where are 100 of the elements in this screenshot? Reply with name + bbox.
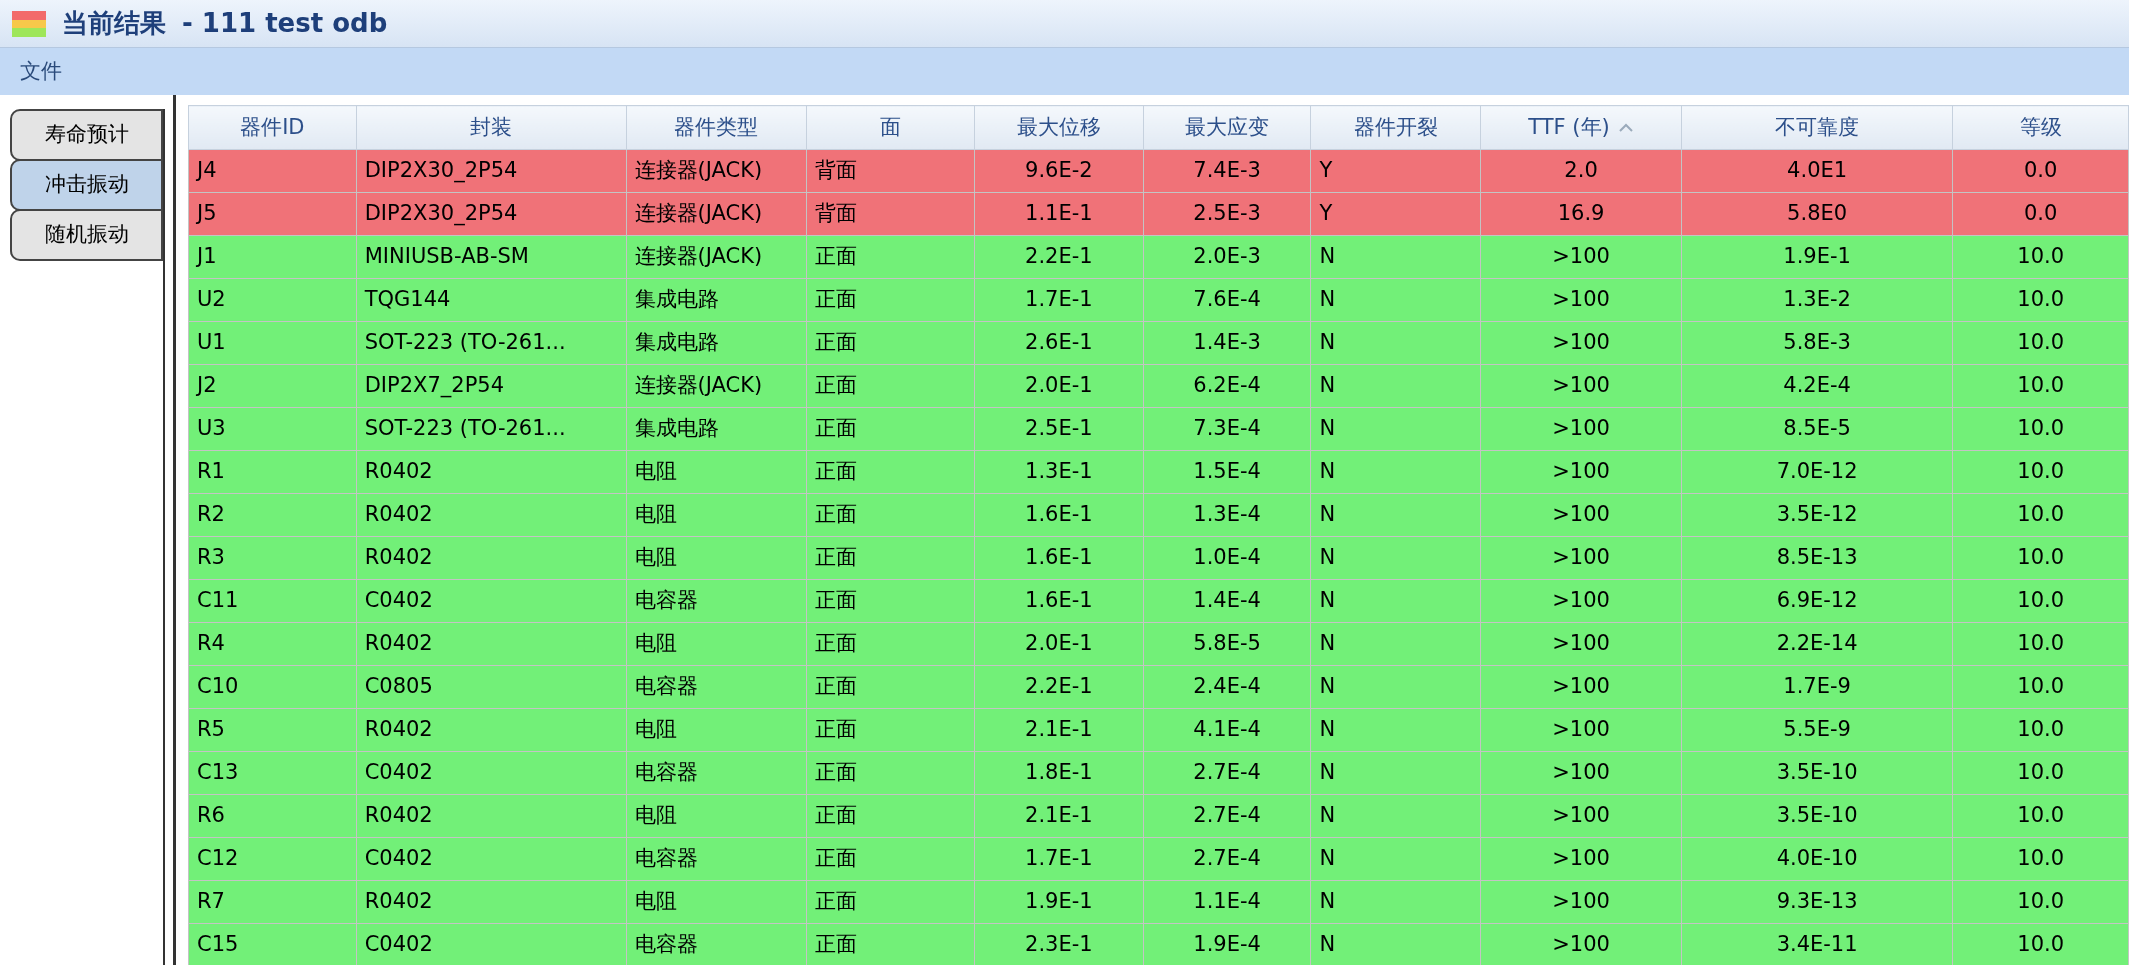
- window-subtitle: - 111 test odb: [182, 7, 388, 40]
- column-header[interactable]: TTF (年): [1480, 105, 1682, 150]
- table-cell: 2.0: [1480, 149, 1682, 193]
- table-cell: 正面: [806, 321, 975, 365]
- table-cell: 10.0: [1952, 235, 2129, 279]
- table-cell: 6.2E-4: [1143, 364, 1311, 408]
- table-cell: >100: [1480, 794, 1682, 838]
- table-cell: 10.0: [1952, 579, 2129, 623]
- table-cell: 1.3E-4: [1143, 493, 1311, 537]
- table-cell: >100: [1480, 321, 1682, 365]
- table-cell: 正面: [806, 837, 975, 881]
- table-cell: 2.5E-3: [1143, 192, 1311, 236]
- table-row[interactable]: C10 C0805 电容器 正面 2.2E-1 2.4E-4 N >100 1.7E-9 10.0: [188, 665, 2129, 709]
- table-row[interactable]: J2 DIP2X7_2P54 连接器(JACK) 正面 2.0E-1 6.2E-4 N >100 4.2E-4 10.0: [188, 364, 2129, 408]
- side-tab[interactable]: 随机振动: [10, 209, 163, 261]
- table-cell: 16.9: [1480, 192, 1682, 236]
- table-cell: C15: [188, 923, 357, 965]
- table-row[interactable]: U1 SOT-223 (TO-261... 集成电路 正面 2.6E-1 1.4E-3 N >100 5.8E-3 10.0: [188, 321, 2129, 365]
- table-row[interactable]: R4 R0402 电阻 正面 2.0E-1 5.8E-5 N >100 2.2E-14 10.0: [188, 622, 2129, 666]
- table-cell: 2.7E-4: [1143, 751, 1311, 795]
- table-cell: C11: [188, 579, 357, 623]
- table-cell: >100: [1480, 751, 1682, 795]
- table-cell: 电阻: [626, 880, 807, 924]
- table-cell: TQG144: [356, 278, 626, 322]
- table-cell: 10.0: [1952, 493, 2129, 537]
- table-row[interactable]: R1 R0402 电阻 正面 1.3E-1 1.5E-4 N >100 7.0E-12 10.0: [188, 450, 2129, 494]
- table-cell: U3: [188, 407, 357, 451]
- table-cell: R0402: [356, 708, 626, 752]
- table-cell: 2.7E-4: [1143, 794, 1311, 838]
- table-cell: 10.0: [1952, 665, 2129, 709]
- table-row[interactable]: C13 C0402 电容器 正面 1.8E-1 2.7E-4 N >100 3.5E-10 10.0: [188, 751, 2129, 795]
- table-cell: 电阻: [626, 794, 807, 838]
- table-cell: 正面: [806, 278, 975, 322]
- column-header[interactable]: 最大应变: [1143, 105, 1311, 150]
- table-cell: 正面: [806, 751, 975, 795]
- table-cell: 10.0: [1952, 278, 2129, 322]
- table-cell: R6: [188, 794, 357, 838]
- table-row[interactable]: R3 R0402 电阻 正面 1.6E-1 1.0E-4 N >100 8.5E-13 10.0: [188, 536, 2129, 580]
- table-row[interactable]: R5 R0402 电阻 正面 2.1E-1 4.1E-4 N >100 5.5E-9 10.0: [188, 708, 2129, 752]
- table-cell: 10.0: [1952, 880, 2129, 924]
- table-cell: 2.2E-1: [974, 665, 1144, 709]
- table-row[interactable]: U2 TQG144 集成电路 正面 1.7E-1 7.6E-4 N >100 1.3E-2 10.0: [188, 278, 2129, 322]
- table-row[interactable]: R2 R0402 电阻 正面 1.6E-1 1.3E-4 N >100 3.5E-12 10.0: [188, 493, 2129, 537]
- table-cell: 10.0: [1952, 364, 2129, 408]
- table-cell: 3.5E-10: [1681, 794, 1953, 838]
- table-row[interactable]: J5 DIP2X30_2P54 连接器(JACK) 背面 1.1E-1 2.5E-3 Y 16.9 5.8E0 0.0: [188, 192, 2129, 236]
- column-header[interactable]: 封装: [356, 105, 626, 150]
- table-cell: 4.2E-4: [1681, 364, 1953, 408]
- side-tab[interactable]: 寿命预计: [10, 109, 163, 161]
- column-header[interactable]: 器件类型: [626, 105, 807, 150]
- table-cell: 9.6E-2: [974, 149, 1144, 193]
- table-cell: 9.3E-13: [1681, 880, 1953, 924]
- column-header[interactable]: 等级: [1952, 105, 2129, 150]
- table-row[interactable]: J4 DIP2X30_2P54 连接器(JACK) 背面 9.6E-2 7.4E-3 Y 2.0 4.0E1 0.0: [188, 149, 2129, 193]
- table-row[interactable]: J1 MINIUSB-AB-SM 连接器(JACK) 正面 2.2E-1 2.0E-3 N >100 1.9E-1 10.0: [188, 235, 2129, 279]
- table-cell: 6.9E-12: [1681, 579, 1953, 623]
- table-row[interactable]: U3 SOT-223 (TO-261... 集成电路 正面 2.5E-1 7.3E-4 N >100 8.5E-5 10.0: [188, 407, 2129, 451]
- table-cell: 背面: [806, 149, 975, 193]
- table-cell: 1.1E-1: [974, 192, 1144, 236]
- column-header[interactable]: 面: [806, 105, 975, 150]
- table-cell: 连接器(JACK): [626, 192, 807, 236]
- table-cell: N: [1310, 622, 1481, 666]
- table-cell: N: [1310, 837, 1481, 881]
- table-cell: >100: [1480, 536, 1682, 580]
- column-header[interactable]: 最大位移: [974, 105, 1144, 150]
- table-cell: 10.0: [1952, 450, 2129, 494]
- table-cell: 10.0: [1952, 407, 2129, 451]
- table-cell: 7.4E-3: [1143, 149, 1311, 193]
- column-header[interactable]: 器件ID: [188, 105, 357, 150]
- table-cell: 4.1E-4: [1143, 708, 1311, 752]
- table-cell: 1.6E-1: [974, 493, 1144, 537]
- table-cell: R3: [188, 536, 357, 580]
- table-row[interactable]: C12 C0402 电容器 正面 1.7E-1 2.7E-4 N >100 4.0E-10 10.0: [188, 837, 2129, 881]
- table-cell: 1.7E-1: [974, 278, 1144, 322]
- table-cell: 4.0E1: [1681, 149, 1953, 193]
- column-header[interactable]: 器件开裂: [1310, 105, 1481, 150]
- side-tab[interactable]: 冲击振动: [10, 159, 163, 211]
- table-cell: 正面: [806, 794, 975, 838]
- table-cell: 正面: [806, 536, 975, 580]
- table-row[interactable]: C11 C0402 电容器 正面 1.6E-1 1.4E-4 N >100 6.9E-12 10.0: [188, 579, 2129, 623]
- table-cell: R1: [188, 450, 357, 494]
- table-row[interactable]: R7 R0402 电阻 正面 1.9E-1 1.1E-4 N >100 9.3E-13 10.0: [188, 880, 2129, 924]
- table-cell: N: [1310, 579, 1481, 623]
- table-row[interactable]: R6 R0402 电阻 正面 2.1E-1 2.7E-4 N >100 3.5E-10 10.0: [188, 794, 2129, 838]
- table-cell: 电容器: [626, 751, 807, 795]
- table-cell: 1.5E-4: [1143, 450, 1311, 494]
- app-icon: [12, 10, 46, 37]
- table-cell: 10.0: [1952, 622, 2129, 666]
- table-cell: 1.7E-9: [1681, 665, 1953, 709]
- table-cell: 5.8E0: [1681, 192, 1953, 236]
- table-cell: J1: [188, 235, 357, 279]
- column-header[interactable]: 不可靠度: [1681, 105, 1953, 150]
- table-cell: 7.0E-12: [1681, 450, 1953, 494]
- table-cell: 电容器: [626, 665, 807, 709]
- table-cell: >100: [1480, 665, 1682, 709]
- menu-item[interactable]: 文件: [12, 55, 70, 88]
- table-cell: 5.8E-3: [1681, 321, 1953, 365]
- table-row[interactable]: C15 C0402 电容器 正面 2.3E-1 1.9E-4 N >100 3.4E-11 10.0: [188, 923, 2129, 965]
- table-cell: N: [1310, 493, 1481, 537]
- table-cell: 0.0: [1952, 149, 2129, 193]
